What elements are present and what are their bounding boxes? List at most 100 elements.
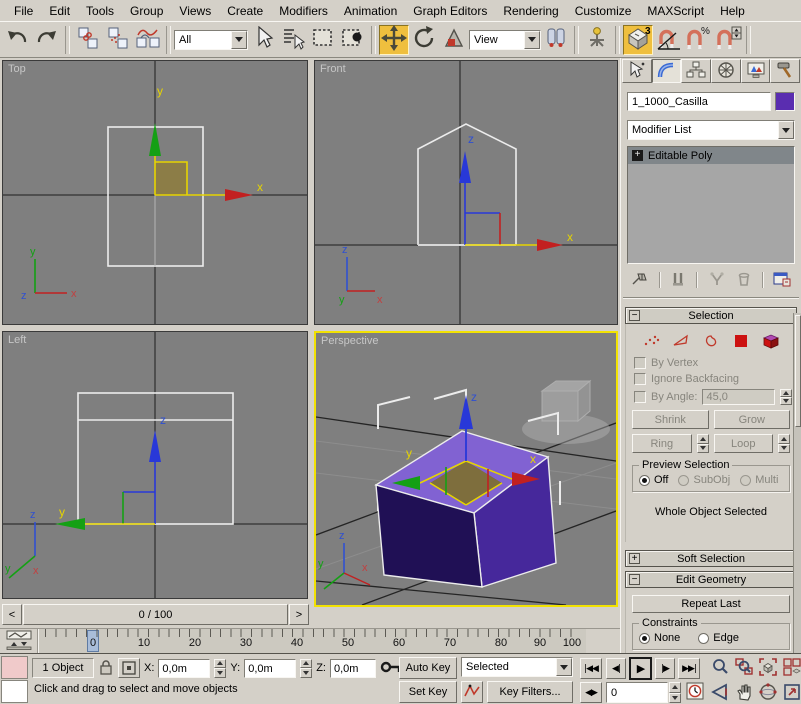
menu-group[interactable]: Group xyxy=(122,2,171,20)
border-mode-button[interactable] xyxy=(700,331,722,351)
rectangular-selection-region-button[interactable] xyxy=(308,25,338,55)
frame-spinner[interactable] xyxy=(669,682,681,703)
pan-button[interactable] xyxy=(732,682,755,704)
tab-utilities[interactable] xyxy=(770,59,800,83)
selection-rollout-header[interactable]: − Selection xyxy=(625,307,797,324)
window-crossing-toggle-button[interactable] xyxy=(338,25,368,55)
zoom-button[interactable] xyxy=(708,657,731,679)
dropdown-arrow-icon[interactable] xyxy=(778,121,794,139)
vertex-mode-button[interactable] xyxy=(640,331,662,351)
preview-subobj-option[interactable]: SubObj xyxy=(678,474,730,486)
time-configuration-button[interactable] xyxy=(684,682,706,703)
preview-multi-radio[interactable] xyxy=(740,475,751,486)
track-bar-ruler[interactable]: 0 10 20 30 40 50 60 70 80 90 100 xyxy=(38,629,586,654)
viewport-left-canvas[interactable]: z y z y x xyxy=(3,332,307,598)
repeat-last-button[interactable]: Repeat Last xyxy=(632,595,790,613)
percent-snap-toggle-button[interactable]: % xyxy=(683,25,713,55)
play-animation-button[interactable]: ▶ xyxy=(629,657,652,680)
tab-create[interactable] xyxy=(622,59,652,83)
menu-help[interactable]: Help xyxy=(712,2,753,20)
viewport-front-label[interactable]: Front xyxy=(320,63,346,75)
by-angle-field[interactable]: 45,0 xyxy=(702,389,775,405)
field-of-view-button[interactable] xyxy=(708,682,731,704)
go-to-end-button[interactable]: ▶▶| xyxy=(678,658,700,679)
menu-rendering[interactable]: Rendering xyxy=(495,2,566,20)
constraint-none-option[interactable]: None xyxy=(639,632,680,644)
zoom-all-button[interactable] xyxy=(732,657,755,679)
new-key-default-button[interactable] xyxy=(461,681,483,703)
select-and-link-button[interactable] xyxy=(73,25,103,55)
remove-modifier-button[interactable] xyxy=(736,271,752,290)
go-to-start-button[interactable]: |◀◀ xyxy=(580,658,602,679)
absolute-offset-toggle[interactable] xyxy=(118,658,140,678)
angle-snap-toggle-button[interactable] xyxy=(653,25,683,55)
zoom-extents-all-button[interactable] xyxy=(780,657,801,679)
expand-icon[interactable]: + xyxy=(632,150,643,161)
undo-button[interactable] xyxy=(2,25,32,55)
modifier-stack[interactable]: + Editable Poly xyxy=(627,146,795,264)
viewport-perspective-label[interactable]: Perspective xyxy=(321,335,378,347)
viewport-front[interactable]: Front z x z y x xyxy=(314,60,618,325)
viewport-top[interactable]: Top y x y x z xyxy=(2,60,308,325)
object-name-field[interactable]: 1_1000_Casilla xyxy=(627,92,771,111)
tab-hierarchy[interactable] xyxy=(681,59,711,83)
dropdown-arrow-icon[interactable] xyxy=(556,658,572,676)
spinner-snap-toggle-button[interactable] xyxy=(713,25,743,55)
arc-rotate-button[interactable] xyxy=(756,682,779,704)
viewport-top-canvas[interactable]: y x y x z xyxy=(3,61,307,324)
viewcube-ghost[interactable] xyxy=(522,381,610,444)
listener-script-row[interactable] xyxy=(1,680,28,703)
use-pivot-point-center-button[interactable] xyxy=(541,25,571,55)
show-end-result-button[interactable] xyxy=(670,271,686,290)
polygon-mode-button[interactable] xyxy=(730,331,752,351)
constraint-edge-option[interactable]: Edge xyxy=(698,632,739,644)
constraint-edge-radio[interactable] xyxy=(698,633,709,644)
y-coordinate-field[interactable]: 0,0m xyxy=(244,659,296,678)
x-spinner[interactable] xyxy=(214,659,226,678)
select-and-move-button[interactable] xyxy=(379,25,409,55)
time-slider-bar[interactable]: 0 / 100 xyxy=(23,604,288,625)
make-unique-button[interactable] xyxy=(708,271,726,290)
shrink-button[interactable]: Shrink xyxy=(632,410,709,429)
menu-animation[interactable]: Animation xyxy=(336,2,405,20)
stack-item-editable-poly[interactable]: + Editable Poly xyxy=(628,147,794,164)
maximize-viewport-toggle-button[interactable] xyxy=(780,682,801,704)
menu-modifiers[interactable]: Modifiers xyxy=(271,2,336,20)
menu-customize[interactable]: Customize xyxy=(567,2,640,20)
configure-modifier-sets-button[interactable] xyxy=(773,271,791,290)
key-mode-toggle-button[interactable]: ◀▶ xyxy=(580,682,602,703)
object-color-swatch[interactable] xyxy=(775,92,795,111)
left-move-gizmo[interactable]: z y xyxy=(55,413,166,530)
viewport-front-canvas[interactable]: z x z y x xyxy=(315,61,617,324)
select-and-scale-button[interactable] xyxy=(439,25,469,55)
viewport-perspective[interactable]: Perspective xyxy=(314,331,618,607)
soft-selection-rollout-header[interactable]: + Soft Selection xyxy=(625,550,797,567)
key-filters-button[interactable]: Key Filters... xyxy=(487,681,573,703)
ignore-backfacing-checkbox[interactable] xyxy=(634,373,646,385)
dropdown-arrow-icon[interactable] xyxy=(524,31,540,49)
menu-create[interactable]: Create xyxy=(219,2,271,20)
auto-key-button[interactable]: Auto Key xyxy=(399,657,457,679)
bind-to-space-warp-button[interactable] xyxy=(133,25,163,55)
viewport-perspective-canvas[interactable]: y x z z y x xyxy=(316,333,616,605)
element-mode-button[interactable] xyxy=(760,331,782,351)
select-by-name-button[interactable] xyxy=(278,25,308,55)
previous-frame-button[interactable]: ◀| xyxy=(606,658,626,679)
next-frame-button[interactable]: |▶ xyxy=(655,658,675,679)
x-coordinate-field[interactable]: 0,0m xyxy=(158,659,210,678)
by-angle-spinner[interactable] xyxy=(780,389,792,405)
menu-maxscript[interactable]: MAXScript xyxy=(639,2,712,20)
loop-button[interactable]: Loop xyxy=(714,434,774,453)
z-coordinate-field[interactable]: 0,0m xyxy=(330,659,376,678)
menu-graph-editors[interactable]: Graph Editors xyxy=(405,2,495,20)
viewport-left[interactable]: Left z y z y x xyxy=(2,331,308,599)
pin-stack-button[interactable] xyxy=(631,271,649,290)
set-key-button[interactable]: Set Key xyxy=(399,681,457,703)
ring-spinner[interactable] xyxy=(697,434,709,453)
viewport-top-label[interactable]: Top xyxy=(8,63,26,75)
open-mini-curve-editor-button[interactable] xyxy=(0,629,38,654)
edit-geometry-rollout-header[interactable]: − Edit Geometry xyxy=(625,571,797,588)
reference-coordinate-dropdown[interactable]: View xyxy=(469,30,541,50)
unlink-selection-button[interactable] xyxy=(103,25,133,55)
select-and-manipulate-button[interactable] xyxy=(582,25,612,55)
